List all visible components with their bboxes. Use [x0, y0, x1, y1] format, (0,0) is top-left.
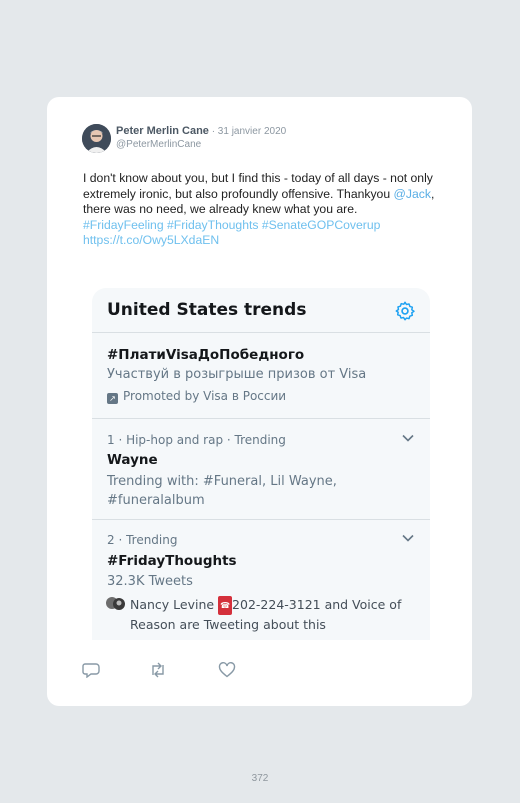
trend-name-2: #FridayThoughts — [107, 553, 237, 569]
reply-icon[interactable] — [82, 662, 100, 678]
retweet-icon[interactable] — [149, 662, 167, 678]
media-link[interactable]: https://t.co/Owy5LXdaEN — [83, 233, 443, 249]
trends-title: United States trends — [107, 300, 307, 320]
author-name[interactable]: Peter Merlin Cane — [116, 125, 209, 137]
promoted-arrow-icon: ↗ — [107, 393, 118, 404]
divider — [92, 519, 430, 520]
tweet-date[interactable]: · 31 janvier 2020 — [209, 126, 287, 137]
heart-icon[interactable] — [218, 662, 236, 678]
trend-subtitle-1: Trending with: #Funeral, Lil Wayne, #fun… — [107, 474, 337, 508]
trend-meta-2: 2 · Trending — [107, 533, 178, 547]
divider — [92, 418, 430, 419]
chevron-down-icon — [402, 434, 414, 442]
phone-badge-icon: ☎ — [218, 596, 233, 615]
divider — [92, 332, 430, 333]
trend-subtitle-promoted: Участвуй в розыгрыше призов от Visa — [107, 367, 367, 382]
tweet-text: I don't know about you, but I find this … — [83, 171, 443, 249]
promoted-label: ↗ Promoted by Visa в России — [107, 389, 286, 404]
promoted-text: Promoted by Visa в России — [123, 389, 287, 403]
trend-meta-1: 1 · Hip-hop and rap · Trending — [107, 433, 286, 447]
trend-name-1: Wayne — [107, 452, 158, 468]
tweeting-about-text: Nancy Levine ☎ 202-224-3121 and Voice of … — [130, 595, 420, 634]
tweeting-name: Nancy Levine — [130, 597, 219, 612]
trend-subtitle-2: 32.3K Tweets — [107, 574, 193, 589]
page-number: 372 — [251, 773, 269, 784]
chevron-down-icon — [402, 534, 414, 542]
trends-screenshot: United States trends #ПлатиVisaДоПобедно… — [92, 288, 430, 640]
hashtag-links[interactable]: #FridayFeeling #FridayThoughts #SenateGO… — [83, 218, 443, 234]
author-handle[interactable]: @PeterMerlinCane — [116, 139, 201, 150]
author-avatar[interactable] — [82, 124, 111, 153]
settings-gear-icon — [395, 301, 415, 321]
tweeting-avatars — [106, 597, 125, 610]
author-line: Peter Merlin Cane · 31 janvier 2020 — [116, 125, 286, 137]
embedded-tweet-card: Peter Merlin Cane · 31 janvier 2020 @Pet… — [47, 97, 472, 706]
mention-link[interactable]: @Jack — [394, 187, 431, 201]
trend-name-promoted: #ПлатиVisaДоПобедного — [107, 347, 305, 363]
tweet-body-start: I don't know about you, but I find this … — [83, 171, 433, 201]
